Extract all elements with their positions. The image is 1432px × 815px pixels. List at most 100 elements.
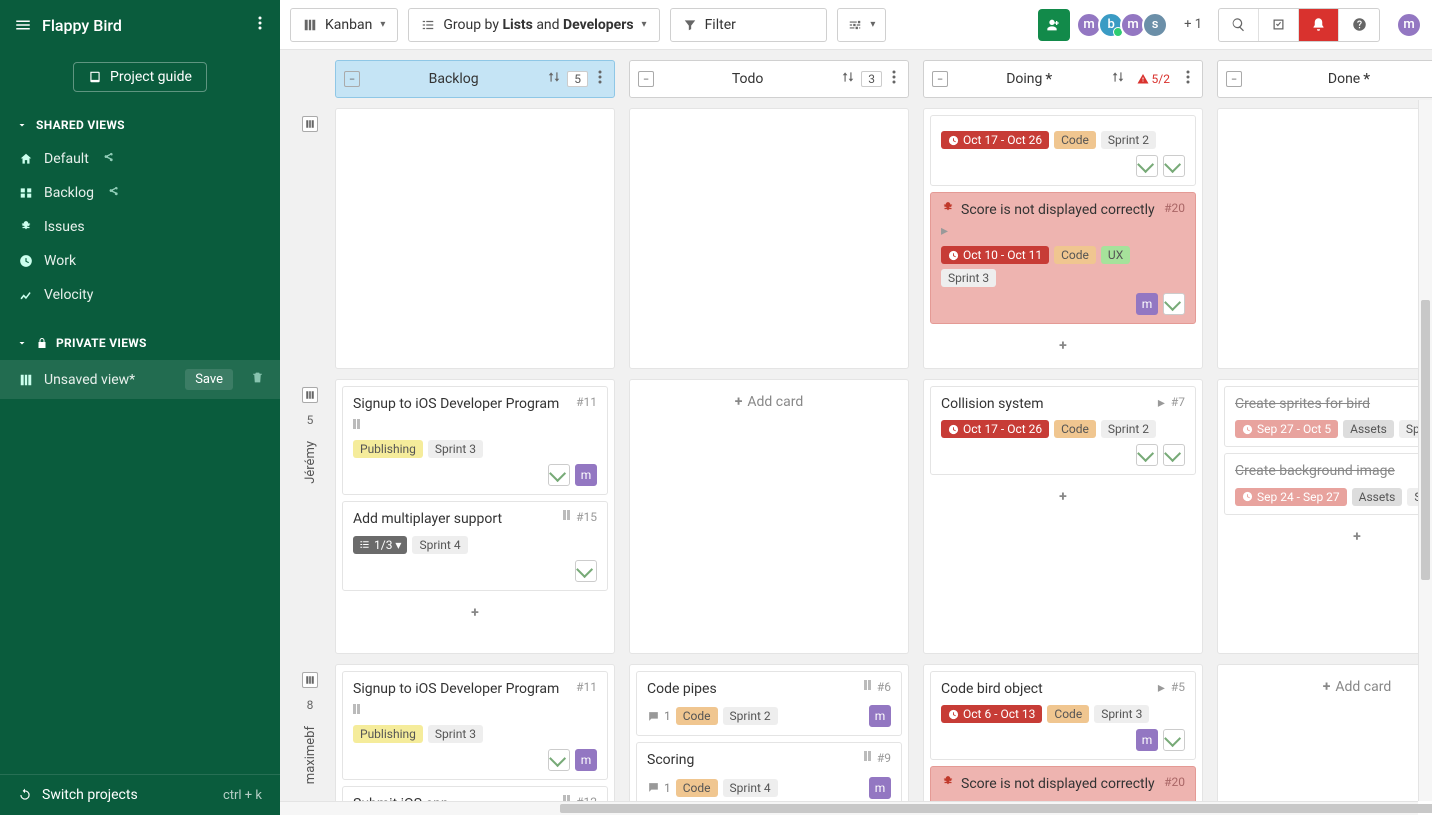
tag-code[interactable]: Code bbox=[1047, 705, 1089, 723]
kanban-card[interactable]: Oct 17 - Oct 26CodeSprint 2 bbox=[930, 115, 1196, 186]
column-menu[interactable] bbox=[594, 70, 606, 88]
collapse-column-button[interactable]: − bbox=[344, 71, 360, 87]
card-title[interactable]: Code bird object bbox=[941, 680, 1152, 698]
add-card-button[interactable]: + Add card bbox=[1224, 671, 1432, 703]
add-card-button[interactable]: + Add card bbox=[636, 386, 902, 418]
tag-publishing[interactable]: Publishing bbox=[353, 440, 423, 458]
sidebar-item-velocity[interactable]: Velocity bbox=[0, 278, 280, 312]
lane-column[interactable] bbox=[335, 108, 615, 369]
sidebar-item-unsaved[interactable]: Unsaved view*Save bbox=[0, 360, 280, 399]
tag-sprint[interactable]: Sprint 3 bbox=[1094, 705, 1149, 723]
extra-count[interactable]: + 1 bbox=[1184, 17, 1202, 32]
card-title[interactable]: Collision system bbox=[941, 395, 1152, 413]
kanban-card[interactable]: Score is not displayed correctly#20▸Oct … bbox=[930, 192, 1196, 324]
sidebar-item-default[interactable]: Default bbox=[0, 142, 280, 176]
comments-count[interactable]: 1 bbox=[647, 781, 671, 795]
add-card-button[interactable]: + bbox=[930, 481, 1196, 513]
project-title-wrap[interactable]: Flappy Bird bbox=[14, 16, 122, 35]
tag-sprint[interactable]: Sprint 3 bbox=[428, 440, 483, 458]
lane-column[interactable]: Oct 17 - Oct 26CodeSprint 2Score is not … bbox=[923, 108, 1203, 369]
tag-sprint[interactable]: Sprint 4 bbox=[723, 779, 778, 797]
card-title[interactable]: Add multiplayer support bbox=[353, 510, 557, 528]
search-button[interactable] bbox=[1219, 9, 1259, 41]
tasks-button[interactable] bbox=[1259, 9, 1299, 41]
card-title[interactable]: Code pipes bbox=[647, 680, 858, 698]
lane-column[interactable]: Create sprites for birdSep 27 - Oct 5Ass… bbox=[1217, 379, 1432, 654]
switch-projects-button[interactable]: Switch projects ctrl + k bbox=[0, 775, 280, 815]
card-title[interactable]: Signup to iOS Developer Program bbox=[353, 395, 570, 413]
tag-sprint[interactable]: Sprint 3 bbox=[428, 725, 483, 743]
comments-count[interactable]: 1 bbox=[647, 709, 671, 723]
sort-button[interactable] bbox=[1111, 70, 1125, 88]
lane-column[interactable]: + Add card bbox=[1217, 664, 1432, 815]
card-title[interactable]: Create sprites for bird bbox=[1235, 395, 1432, 413]
kanban-card[interactable]: Collision system▸#7Oct 17 - Oct 26CodeSp… bbox=[930, 386, 1196, 475]
tag-assets[interactable]: Assets bbox=[1343, 420, 1394, 438]
add-card-button[interactable]: + bbox=[342, 597, 608, 629]
card-title[interactable]: Create background image bbox=[1235, 462, 1432, 480]
lane-column[interactable] bbox=[1217, 108, 1432, 369]
tag-sprint[interactable]: Sprint 4 bbox=[412, 536, 467, 554]
tag-publishing[interactable]: Publishing bbox=[353, 725, 423, 743]
kanban-card[interactable]: Signup to iOS Developer Program#11Publis… bbox=[342, 671, 608, 780]
column-menu[interactable] bbox=[888, 70, 900, 88]
help-button[interactable] bbox=[1339, 9, 1379, 41]
project-menu-dots[interactable] bbox=[254, 12, 266, 38]
sort-button[interactable] bbox=[841, 70, 855, 88]
me-avatar[interactable]: m bbox=[1396, 12, 1422, 38]
collapse-column-button[interactable]: − bbox=[1226, 71, 1242, 87]
horizontal-scrollbar[interactable] bbox=[280, 801, 1418, 815]
sort-button[interactable] bbox=[547, 70, 561, 88]
shared-views-header[interactable]: SHARED VIEWS bbox=[0, 108, 280, 142]
card-title[interactable]: Scoring bbox=[647, 751, 858, 769]
tag-sprint[interactable]: Sprint 2 bbox=[1101, 420, 1156, 438]
lane-column[interactable]: Code pipes#61CodeSprint 2mScoring#91Code… bbox=[629, 664, 909, 815]
lane-column[interactable]: Code bird object▸#5Oct 6 - Oct 13CodeSpr… bbox=[923, 664, 1203, 815]
kanban-card[interactable]: Add multiplayer support#151/3 ▾Sprint 4 bbox=[342, 501, 608, 590]
lane-column[interactable]: Collision system▸#7Oct 17 - Oct 26CodeSp… bbox=[923, 379, 1203, 654]
kanban-card[interactable]: Create sprites for birdSep 27 - Oct 5Ass… bbox=[1224, 386, 1432, 447]
collaborator-avatars[interactable]: mbms bbox=[1080, 12, 1168, 38]
card-title[interactable]: Score is not displayed correctly bbox=[961, 775, 1158, 793]
scrollbar-thumb[interactable] bbox=[560, 804, 1432, 813]
save-view-button[interactable]: Save bbox=[185, 369, 233, 390]
kanban-card[interactable]: Create background imageSep 24 - Sep 27As… bbox=[1224, 453, 1432, 514]
add-user-button[interactable] bbox=[1038, 9, 1070, 41]
sidebar-item-issues[interactable]: Issues bbox=[0, 210, 280, 244]
tag-code[interactable]: Code bbox=[1054, 420, 1096, 438]
tag-ux[interactable]: UX bbox=[1101, 246, 1130, 264]
kanban-card[interactable]: Code bird object▸#5Oct 6 - Oct 13CodeSpr… bbox=[930, 671, 1196, 760]
tag-code[interactable]: Code bbox=[676, 707, 718, 725]
notifications-button[interactable] bbox=[1299, 9, 1339, 41]
card-title[interactable]: Score is not displayed correctly bbox=[961, 201, 1158, 219]
settings-dropdown[interactable]: ▾ bbox=[837, 8, 886, 42]
collapse-lane-button[interactable] bbox=[302, 387, 318, 403]
trash-icon[interactable] bbox=[251, 371, 264, 388]
groupby-dropdown[interactable]: Group by Lists and Developers ▾ bbox=[408, 8, 659, 42]
lane-column[interactable]: Signup to iOS Developer Program#11Publis… bbox=[335, 379, 615, 654]
sidebar-item-work[interactable]: Work bbox=[0, 244, 280, 278]
tag-code[interactable]: Code bbox=[1054, 246, 1096, 264]
column-menu[interactable] bbox=[1182, 70, 1194, 88]
collapse-lane-button[interactable] bbox=[302, 672, 318, 688]
lane-column[interactable]: + Add card bbox=[629, 379, 909, 654]
tag-sprint[interactable]: Sprint 2 bbox=[723, 707, 778, 725]
lane-column[interactable] bbox=[629, 108, 909, 369]
tag-sprint[interactable]: Sprint 2 bbox=[1101, 131, 1156, 149]
kanban-card[interactable]: Code pipes#61CodeSprint 2m bbox=[636, 671, 902, 736]
scrollbar-thumb[interactable] bbox=[1421, 300, 1430, 580]
collapse-lane-button[interactable] bbox=[302, 116, 318, 132]
add-card-button[interactable]: + bbox=[930, 330, 1196, 362]
kanban-card[interactable]: Signup to iOS Developer Program#11Publis… bbox=[342, 386, 608, 495]
collaborator-avatar[interactable]: s bbox=[1142, 12, 1168, 38]
tag-code[interactable]: Code bbox=[676, 779, 718, 797]
project-guide-button[interactable]: Project guide bbox=[73, 62, 207, 92]
collapse-column-button[interactable]: − bbox=[932, 71, 948, 87]
tag-sprint[interactable]: Sprint 3 bbox=[941, 269, 996, 287]
collapse-column-button[interactable]: − bbox=[638, 71, 654, 87]
add-card-button[interactable]: + bbox=[1224, 521, 1432, 553]
tag-code[interactable]: Code bbox=[1054, 131, 1096, 149]
vertical-scrollbar[interactable] bbox=[1418, 100, 1432, 801]
checklist-badge[interactable]: 1/3 ▾ bbox=[353, 536, 407, 554]
private-views-header[interactable]: PRIVATE VIEWS bbox=[0, 326, 280, 360]
